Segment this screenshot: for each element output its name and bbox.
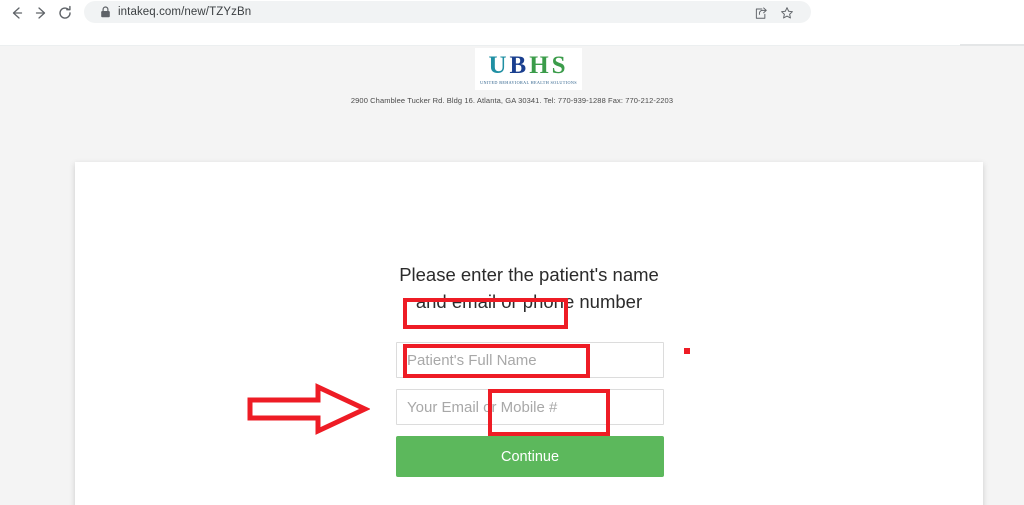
logo-letter-s: S — [551, 51, 569, 79]
page-viewport: UBHS UNITED BEHAVIORAL HEALTH SOLUTIONS … — [0, 46, 1024, 505]
browser-chrome: intakeq.com/new/TZYzBn — [0, 0, 1024, 46]
page-title-line-2: and email or phone number — [415, 291, 643, 312]
reload-icon[interactable] — [54, 2, 76, 24]
email-or-phone-field-wrapper[interactable] — [396, 389, 664, 425]
page-title: Please enter the patient's name and emai… — [75, 261, 983, 315]
continue-button[interactable]: Continue — [396, 436, 664, 477]
patient-name-input[interactable] — [397, 343, 663, 377]
address-bar[interactable]: intakeq.com/new/TZYzBn — [84, 1, 811, 23]
forward-arrow-icon[interactable] — [30, 2, 52, 24]
logo-letter-h: H — [529, 51, 552, 79]
logo-wordmark: UBHS — [488, 51, 569, 79]
clinic-logo: UBHS UNITED BEHAVIORAL HEALTH SOLUTIONS — [475, 48, 582, 90]
intake-form-card: Please enter the patient's name and emai… — [75, 162, 983, 505]
page-title-line-1: Please enter the patient's name — [399, 264, 659, 285]
lock-icon — [98, 5, 112, 19]
logo-letter-u: U — [488, 51, 510, 79]
star-icon[interactable] — [778, 4, 795, 21]
logo-letter-b: B — [509, 51, 530, 79]
email-or-phone-input[interactable] — [397, 390, 663, 424]
back-arrow-icon[interactable] — [6, 2, 28, 24]
share-icon[interactable] — [752, 4, 769, 21]
patient-name-field-wrapper[interactable] — [396, 342, 664, 378]
logo-tagline: UNITED BEHAVIORAL HEALTH SOLUTIONS — [480, 79, 577, 85]
address-bar-url: intakeq.com/new/TZYzBn — [118, 6, 252, 18]
clinic-address: 2900 Chamblee Tucker Rd. Bldg 16. Atlant… — [350, 96, 674, 105]
browser-window: intakeq.com/new/TZYzBn UBHS UNITED BEHAV… — [0, 0, 1024, 505]
